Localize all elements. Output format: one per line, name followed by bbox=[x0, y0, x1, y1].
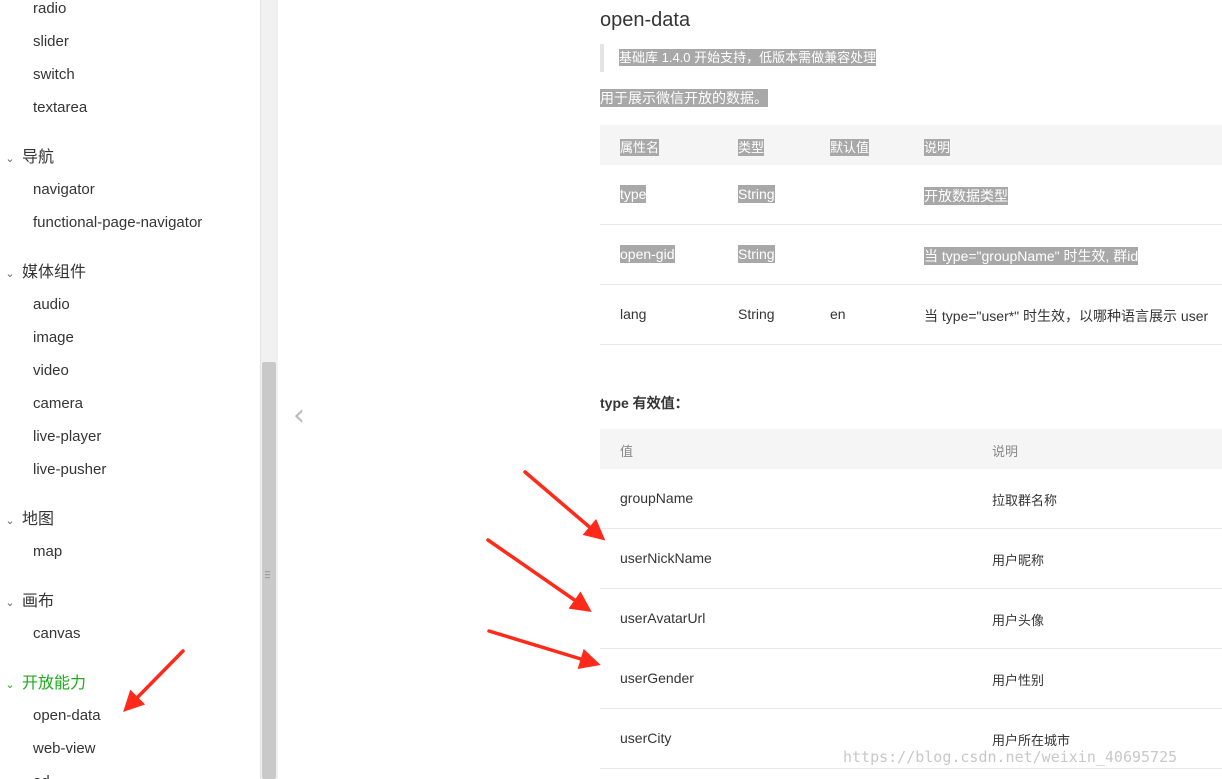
version-note: 基础库 1.4.0 开始支持，低版本需做兼容处理 bbox=[600, 44, 877, 72]
red-arrow-icon bbox=[523, 470, 606, 541]
attr-table-header bbox=[600, 125, 1222, 165]
red-arrow-icon bbox=[487, 629, 601, 669]
watermark: https://blog.csdn.net/weixin_40695725 bbox=[843, 748, 1178, 766]
type-values-heading: type 有效值： bbox=[600, 395, 689, 411]
sidebar-nav: radio slider switch textarea ⌄ 导航 navigat… bbox=[0, 0, 262, 779]
row-divider bbox=[600, 284, 1222, 285]
component-description: 用于展示微信开放的数据。 bbox=[600, 89, 768, 107]
chevron-down-icon: ⌄ bbox=[5, 515, 15, 527]
sidebar-item-live-player[interactable]: live-player bbox=[33, 428, 101, 445]
table-cell: 开放数据类型 bbox=[924, 187, 1008, 205]
table-cell: String bbox=[738, 306, 775, 322]
sidebar-item-ad[interactable]: ad bbox=[33, 773, 50, 779]
sidebar-category-label: 开放能力 bbox=[22, 675, 87, 692]
table-cell: userCity bbox=[620, 730, 672, 746]
attr-header-name: 属性名 bbox=[620, 139, 660, 156]
attr-header-default: 默认值 bbox=[830, 139, 870, 156]
table-cell: 用户昵称 bbox=[992, 553, 1045, 568]
chevron-down-icon: ⌄ bbox=[5, 268, 15, 280]
table-cell: type bbox=[620, 185, 647, 203]
row-divider bbox=[600, 588, 1222, 589]
sidebar-category-label: 画布 bbox=[22, 593, 55, 610]
sidebar-item-navigator[interactable]: navigator bbox=[33, 181, 95, 198]
table-cell: 拉取群名称 bbox=[992, 493, 1058, 508]
table-cell: userNickName bbox=[620, 550, 712, 566]
grip-icon: – – – bbox=[265, 566, 271, 582]
sidebar-item-functional-page-navigator[interactable]: functional-page-navigator bbox=[33, 214, 202, 231]
table-cell: en bbox=[830, 306, 846, 322]
row-divider bbox=[600, 344, 1222, 345]
sidebar-item-live-pusher[interactable]: live-pusher bbox=[33, 461, 106, 478]
table-cell: 当 type="user*" 时生效，以哪种语言展示 user bbox=[924, 308, 1209, 324]
sidebar-scrollbar[interactable]: – – – bbox=[260, 0, 278, 779]
chevron-down-icon: ⌄ bbox=[5, 597, 15, 609]
table-cell: String bbox=[738, 185, 775, 203]
table-cell: userAvatarUrl bbox=[620, 610, 706, 626]
sidebar-category-map[interactable]: ⌄ 地图 bbox=[4, 505, 54, 529]
sidebar-item-video[interactable]: video bbox=[33, 362, 69, 379]
table-cell: groupName bbox=[620, 490, 694, 506]
table-cell: userGender bbox=[620, 670, 694, 686]
sidebar-category-open-capabilities[interactable]: ⌄ 开放能力 bbox=[4, 669, 86, 693]
sidebar-item-web-view[interactable]: web-view bbox=[33, 740, 96, 757]
sidebar-category-canvas[interactable]: ⌄ 画布 bbox=[4, 587, 54, 611]
type-header-desc: 说明 bbox=[992, 444, 1019, 459]
version-note-text: 基础库 1.4.0 开始支持，低版本需做兼容处理 bbox=[619, 49, 877, 66]
table-cell: 当 type="groupName" 时生效, 群id bbox=[924, 247, 1139, 265]
sidebar-item-canvas[interactable]: canvas bbox=[33, 625, 81, 642]
sidebar-category-navigation[interactable]: ⌄ 导航 bbox=[4, 143, 54, 167]
sidebar-item-open-data[interactable]: open-data bbox=[33, 707, 101, 724]
row-divider bbox=[600, 768, 1222, 769]
row-divider bbox=[600, 648, 1222, 649]
sidebar-item-map[interactable]: map bbox=[33, 543, 62, 560]
table-cell: String bbox=[738, 245, 775, 263]
sidebar-item-camera[interactable]: camera bbox=[33, 395, 83, 412]
table-cell: open-gid bbox=[620, 245, 675, 263]
sidebar-item-audio[interactable]: audio bbox=[33, 296, 70, 313]
row-divider bbox=[600, 708, 1222, 709]
sidebar-item-slider[interactable]: slider bbox=[33, 33, 69, 50]
row-divider bbox=[600, 528, 1222, 529]
sidebar-category-label: 媒体组件 bbox=[22, 264, 87, 281]
table-cell: 用户头像 bbox=[992, 613, 1045, 628]
row-divider bbox=[600, 224, 1222, 225]
sidebar-item-switch[interactable]: switch bbox=[33, 66, 75, 83]
chevron-left-icon[interactable]: ‹ bbox=[293, 398, 305, 433]
sidebar-item-textarea[interactable]: textarea bbox=[33, 99, 87, 116]
sidebar-item-radio[interactable]: radio bbox=[33, 0, 66, 17]
table-cell: lang bbox=[620, 306, 647, 322]
sidebar-category-label: 导航 bbox=[22, 149, 55, 166]
attr-header-type: 类型 bbox=[738, 139, 765, 156]
chevron-down-icon: ⌄ bbox=[5, 153, 15, 165]
type-table-header bbox=[600, 429, 1222, 469]
sidebar-category-label: 地图 bbox=[22, 511, 55, 528]
attr-header-desc: 说明 bbox=[924, 139, 951, 156]
sidebar-item-image[interactable]: image bbox=[33, 329, 74, 346]
table-cell: 用户性别 bbox=[992, 673, 1045, 688]
chevron-down-icon: ⌄ bbox=[5, 679, 15, 691]
sidebar-category-media[interactable]: ⌄ 媒体组件 bbox=[4, 258, 86, 282]
type-header-value: 值 bbox=[620, 444, 634, 459]
red-arrow-icon bbox=[486, 538, 592, 612]
table-cell: 用户所在城市 bbox=[992, 733, 1071, 748]
page-title: open-data bbox=[600, 9, 691, 31]
